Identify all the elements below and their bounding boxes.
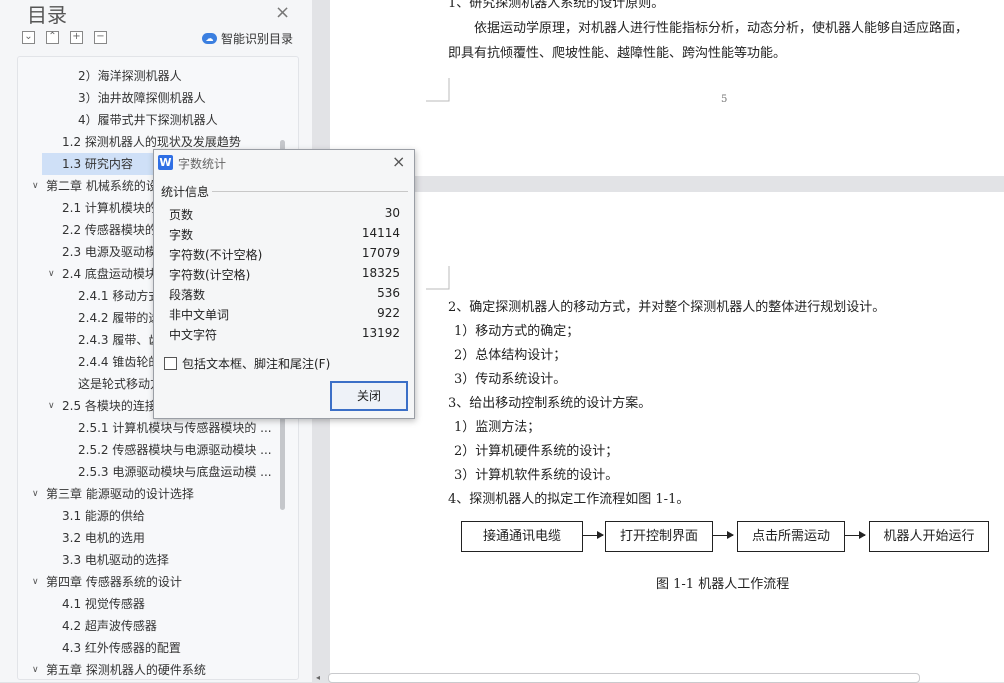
page: 1、研究探测机器人系统的设计原则。 依据运动学原理，对机器人进行性能指标分析，动… bbox=[330, 0, 1004, 176]
flow-step-box: 机器人开始运行 bbox=[869, 521, 989, 552]
toc-item[interactable]: 2.3 电源及驱动模 bbox=[62, 241, 157, 263]
section-label: 统计信息 bbox=[161, 185, 210, 199]
toc-item[interactable]: 2.5.3 电源驱动模块与底盘运动模 ... bbox=[78, 461, 272, 483]
word-count-dialog: W 字数统计 × 统计信息 页数 30 字数 14114 字符数(不计空格) 1… bbox=[153, 149, 415, 419]
chevron-down-icon[interactable]: ∨ bbox=[48, 269, 55, 279]
wps-logo-icon: W bbox=[158, 155, 173, 170]
toc-item[interactable]: 3.1 能源的供给 bbox=[62, 505, 145, 527]
section-divider bbox=[212, 191, 408, 192]
doc-line: 依据运动学原理，对机器人进行性能指标分析，动态分析，使机器人能够自适应路面， bbox=[474, 21, 969, 36]
toc-item[interactable]: 2）海洋探测机器人 bbox=[78, 65, 182, 87]
toc-item[interactable]: 2.4.4 锥齿轮的 bbox=[78, 351, 160, 373]
stat-label: 字数 bbox=[169, 228, 194, 242]
remove-heading-icon[interactable]: − bbox=[94, 31, 107, 44]
stat-label: 非中文单词 bbox=[169, 308, 230, 322]
close-button[interactable]: 关闭 bbox=[330, 381, 408, 411]
stat-value: 14114 bbox=[361, 226, 400, 240]
stat-value: 13192 bbox=[361, 326, 400, 340]
page: 2、确定探测机器人的移动方式，并对整个探测机器人的整体进行规划设计。 1）移动方… bbox=[330, 192, 1004, 682]
smart-toc-label: 智能识别目录 bbox=[221, 32, 294, 46]
toc-item[interactable]: 第二章 机械系统的设 bbox=[46, 175, 158, 197]
smart-toc-button[interactable]: ☁ 智能识别目录 bbox=[202, 30, 293, 47]
toc-item[interactable]: 第四章 传感器系统的设计 bbox=[46, 571, 182, 593]
toc-item[interactable]: 2.5.2 传感器模块与电源驱动模块 ... bbox=[78, 439, 272, 461]
toc-item[interactable]: 2.5.1 计算机模块与传感器模块的 ... bbox=[78, 417, 272, 439]
toc-item[interactable]: 2.2 传感器模块的 bbox=[62, 219, 157, 241]
chevron-down-icon[interactable]: ∨ bbox=[32, 577, 39, 587]
toc-item[interactable]: 2.4.1 移动方式 bbox=[78, 285, 160, 307]
doc-line: 3）计算机软件系统的设计。 bbox=[454, 468, 619, 483]
stat-value: 17079 bbox=[361, 246, 400, 260]
doc-line: 1）监测方法； bbox=[454, 420, 541, 435]
stat-label: 中文字符 bbox=[169, 328, 218, 342]
doc-line: 2）计算机硬件系统的设计； bbox=[454, 444, 619, 459]
figure-caption: 图 1-1 机器人工作流程 bbox=[656, 577, 790, 592]
toc-item[interactable]: 2.4.3 履带、齿 bbox=[78, 329, 160, 351]
document-area: 1、研究探测机器人系统的设计原则。 依据运动学原理，对机器人进行性能指标分析，动… bbox=[312, 0, 1004, 682]
toc-item[interactable]: 2.1 计算机模块的 bbox=[62, 197, 157, 219]
stat-label: 段落数 bbox=[169, 288, 206, 302]
dialog-title: 字数统计 bbox=[178, 157, 227, 171]
chevron-down-icon[interactable]: ∨ bbox=[32, 665, 39, 675]
toc-item[interactable]: 4.2 超声波传感器 bbox=[62, 615, 157, 637]
doc-line: 4、探测机器人的拟定工作流程如图 1-1。 bbox=[448, 492, 690, 507]
stat-value: 30 bbox=[384, 206, 400, 220]
toc-title: 目录 bbox=[27, 3, 67, 27]
flow-arrow bbox=[713, 531, 734, 539]
flow-arrow bbox=[583, 531, 604, 539]
toc-item[interactable]: 2.4 底盘运动模块 bbox=[62, 263, 157, 285]
doc-line: 1、研究探测机器人系统的设计原则。 bbox=[448, 0, 665, 11]
toc-item[interactable]: 第五章 探测机器人的硬件系统 bbox=[46, 659, 206, 679]
collapse-all-icon[interactable]: ⌄ bbox=[22, 31, 35, 44]
stat-value: 922 bbox=[377, 306, 400, 320]
stat-value: 536 bbox=[377, 286, 400, 300]
toc-item[interactable]: 3）油井故障探侧机器人 bbox=[78, 87, 206, 109]
toc-item[interactable]: 3.2 电机的选用 bbox=[62, 527, 145, 549]
page-number: 5 bbox=[721, 94, 728, 105]
flow-step-box: 点击所需运动 bbox=[737, 521, 845, 552]
toc-item[interactable]: 4.1 视觉传感器 bbox=[62, 593, 145, 615]
flow-step-box: 接通通讯电缆 bbox=[461, 521, 583, 552]
checkbox-label[interactable]: 包括文本框、脚注和尾注(F) bbox=[182, 355, 330, 372]
doc-line: 3）传动系统设计。 bbox=[454, 372, 567, 387]
toc-item[interactable]: 2.4.2 履带的选 bbox=[78, 307, 160, 329]
toc-item[interactable]: 这是轮式移动方 bbox=[78, 373, 162, 395]
stat-value: 18325 bbox=[361, 266, 400, 280]
chevron-down-icon[interactable]: ∨ bbox=[32, 489, 39, 499]
toc-item[interactable]: 4.3 红外传感器的配置 bbox=[62, 637, 181, 659]
doc-line: 即具有抗倾覆性、爬坡性能、越障性能、跨沟性能等功能。 bbox=[448, 46, 787, 61]
chevron-down-icon[interactable]: ∨ bbox=[32, 181, 39, 191]
flow-step-box: 打开控制界面 bbox=[605, 521, 713, 552]
doc-line: 2、确定探测机器人的移动方式，并对整个探测机器人的整体进行规划设计。 bbox=[448, 300, 886, 315]
chevron-down-icon[interactable]: ∨ bbox=[48, 401, 55, 411]
toc-item[interactable]: 第三章 能源驱动的设计选择 bbox=[46, 483, 194, 505]
toc-item[interactable]: 4）履带式井下探测机器人 bbox=[78, 109, 218, 131]
close-icon[interactable]: × bbox=[275, 2, 290, 23]
expand-up-icon[interactable]: ⌃ bbox=[46, 31, 59, 44]
stat-label: 字符数(不计空格) bbox=[169, 248, 263, 262]
margin-corner-mark bbox=[426, 266, 450, 290]
scroll-left-icon[interactable]: ◂ bbox=[316, 673, 320, 682]
doc-line: 2）总体结构设计； bbox=[454, 348, 567, 363]
stat-label: 字符数(计空格) bbox=[169, 268, 251, 282]
toc-item[interactable]: 3.3 电机驱动的选择 bbox=[62, 549, 169, 571]
margin-corner-mark bbox=[426, 78, 450, 102]
include-footnotes-checkbox[interactable] bbox=[164, 357, 177, 370]
stat-label: 页数 bbox=[169, 208, 194, 222]
toc-item[interactable]: 2.5 各模块的连接 bbox=[62, 395, 157, 417]
cloud-icon: ☁ bbox=[202, 33, 217, 44]
doc-line: 3、给出移动控制系统的设计方案。 bbox=[448, 396, 652, 411]
flow-arrow bbox=[845, 531, 866, 539]
add-heading-icon[interactable]: + bbox=[70, 31, 83, 44]
doc-line: 1）移动方式的确定； bbox=[454, 324, 580, 339]
close-icon[interactable]: × bbox=[392, 152, 405, 171]
